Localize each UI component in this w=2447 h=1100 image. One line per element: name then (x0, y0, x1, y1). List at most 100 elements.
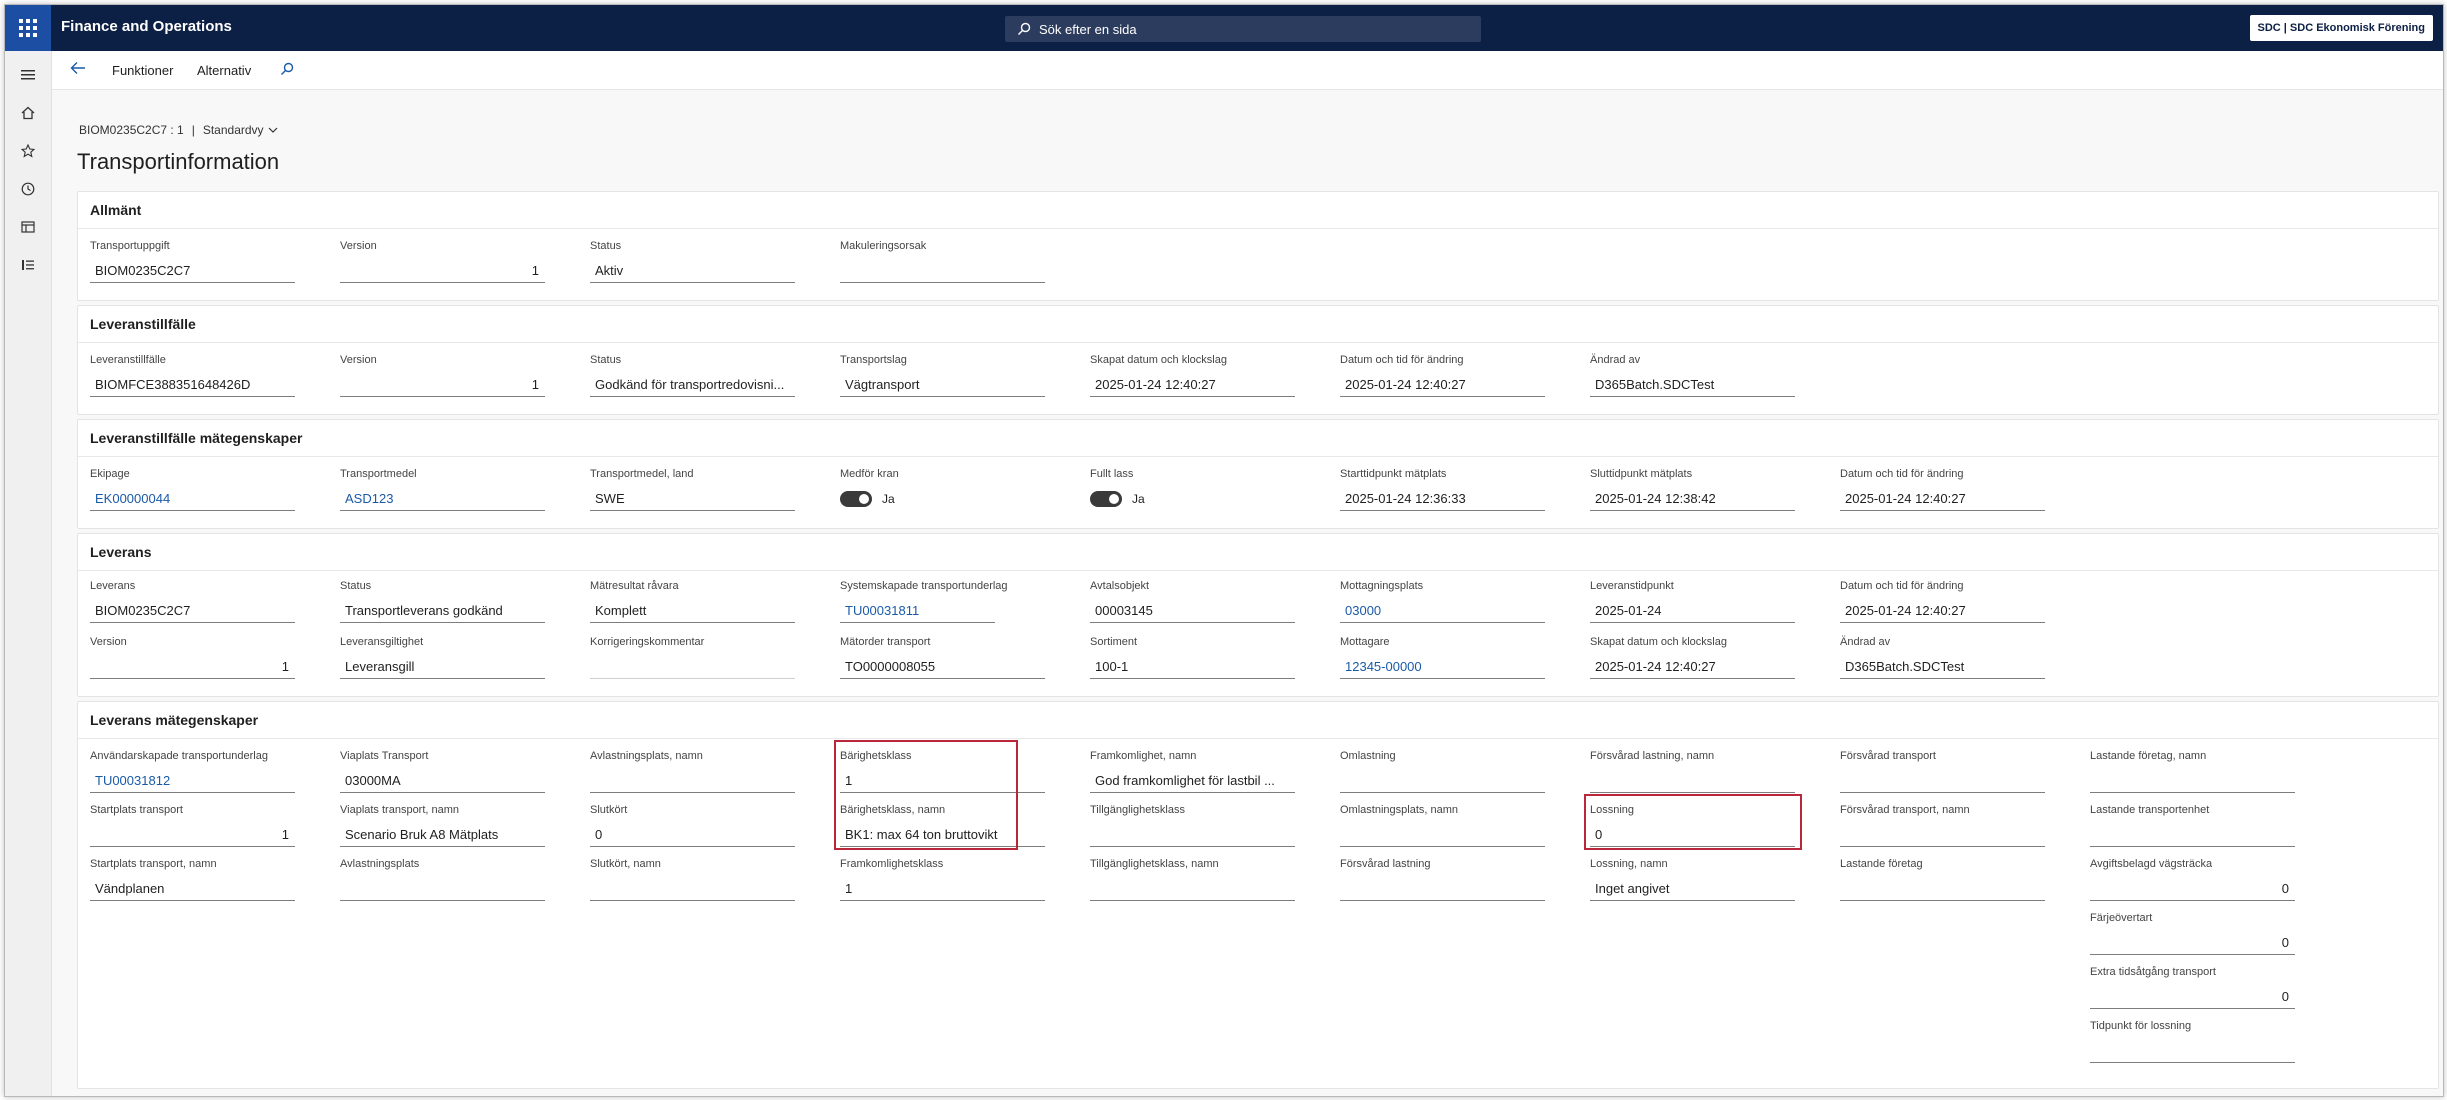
field-value[interactable]: Transportleverans godkänd (340, 600, 545, 623)
functions-menu[interactable]: Funktioner (112, 63, 173, 78)
section-header[interactable]: Leveranstillfälle (90, 316, 196, 332)
field-value[interactable]: 0 (2090, 986, 2295, 1009)
field-value[interactable]: Godkänd för transportredovisni... (590, 374, 795, 397)
field-label: Tillgänglighetsklass (1090, 804, 1185, 816)
field-value[interactable] (1840, 878, 2045, 901)
field-label: Sluttidpunkt mätplats (1590, 468, 1693, 480)
field-value[interactable] (590, 656, 795, 679)
field-value[interactable]: 1 (340, 374, 545, 397)
field-label: Mottagare (1340, 636, 1390, 648)
global-search[interactable] (1005, 16, 1481, 42)
field-value[interactable] (590, 770, 795, 793)
field-value[interactable]: 2025-01-24 12:40:27 (1340, 374, 1545, 397)
fullt-lass-toggle[interactable] (1090, 491, 1122, 507)
section-header[interactable]: Leveranstillfälle mätegenskaper (90, 430, 302, 446)
field-value[interactable]: 2025-01-24 12:40:27 (1590, 656, 1795, 679)
field-value[interactable] (2090, 1040, 2295, 1063)
field-value[interactable] (1340, 878, 1545, 901)
app-launcher-button[interactable] (5, 5, 51, 51)
field-value[interactable]: 2025-01-24 12:36:33 (1340, 488, 1545, 511)
view-name: Standardvy (202, 123, 264, 137)
field-value[interactable] (1590, 770, 1795, 793)
clock-icon[interactable] (20, 181, 36, 197)
field-value[interactable]: Aktiv (590, 260, 795, 283)
field-value-link[interactable]: TU00031811 (840, 600, 995, 623)
field-framkomlighet-namn: Framkomlighet, namn God framkomlighet fö… (1090, 750, 1295, 793)
field-value[interactable]: 00003145 (1090, 600, 1295, 623)
field-avgiftsbelagd-vagstracka: Avgiftsbelagd vägsträcka 0 (2090, 858, 2295, 901)
field-value[interactable]: BIOM0235C2C7 (90, 260, 295, 283)
field-value-link[interactable]: 03000 (1340, 600, 1545, 623)
field-value[interactable] (840, 260, 1045, 283)
field-value[interactable]: God framkomlighet för lastbil ... (1090, 770, 1295, 793)
field-value[interactable]: D365Batch.SDCTest (1840, 656, 2045, 679)
field-value[interactable]: 0 (2090, 878, 2295, 901)
field-value[interactable]: Leveransgill (340, 656, 545, 679)
field-value[interactable] (1840, 770, 2045, 793)
field-label: Mätorder transport (840, 636, 931, 648)
star-icon[interactable] (20, 143, 36, 159)
field-value-link[interactable]: ASD123 (340, 488, 545, 511)
action-search-button[interactable] (280, 62, 294, 81)
field-value[interactable]: 1 (840, 878, 1045, 901)
field-value[interactable]: 0 (2090, 932, 2295, 955)
field-transportuppgift: Transportuppgift BIOM0235C2C7 (90, 240, 295, 283)
field-skapat-datum: Skapat datum och klockslag 2025-01-24 12… (1090, 354, 1295, 397)
section-header[interactable]: Allmänt (90, 202, 141, 218)
field-value[interactable]: 1 (340, 260, 545, 283)
options-menu[interactable]: Alternativ (197, 63, 251, 78)
field-value[interactable]: 0 (590, 824, 795, 847)
medfor-kran-toggle[interactable] (840, 491, 872, 507)
field-avlastningsplats: Avlastningsplats (340, 858, 545, 901)
field-label: Framkomlighet, namn (1090, 750, 1197, 762)
field-tillganglighetsklass-namn: Tillgänglighetsklass, namn (1090, 858, 1295, 901)
field-value[interactable]: SWE (590, 488, 795, 511)
field-value[interactable]: Scenario Bruk A8 Mätplats (340, 824, 545, 847)
field-value[interactable]: 2025-01-24 12:40:27 (1090, 374, 1295, 397)
field-value[interactable] (340, 878, 545, 901)
field-value[interactable] (2090, 770, 2295, 793)
modules-list-icon[interactable] (20, 257, 36, 273)
field-transportslag: Transportslag Vägtransport (840, 354, 1045, 397)
company-selector[interactable]: SDC | SDC Ekonomisk Förening (2249, 15, 2433, 41)
section-header[interactable]: Leverans (90, 544, 151, 560)
app-title: Finance and Operations (61, 18, 232, 35)
field-value[interactable] (1340, 824, 1545, 847)
workspace-icon[interactable] (20, 219, 36, 235)
back-button[interactable] (70, 61, 86, 80)
field-value[interactable]: BIOM0235C2C7 (90, 600, 295, 623)
field-value[interactable]: Inget angivet (1590, 878, 1795, 901)
field-value[interactable]: D365Batch.SDCTest (1590, 374, 1795, 397)
section-header[interactable]: Leverans mätegenskaper (90, 712, 258, 728)
hamburger-icon[interactable] (20, 67, 36, 83)
field-value-link[interactable]: 12345-00000 (1340, 656, 1545, 679)
field-value[interactable]: 2025-01-24 (1590, 600, 1795, 623)
field-value[interactable]: 03000MA (340, 770, 545, 793)
field-value[interactable] (1090, 878, 1295, 901)
field-value[interactable]: BIOMFCE388351648426D (90, 374, 295, 397)
field-value[interactable] (1840, 824, 2045, 847)
field-value[interactable]: Vändplanen (90, 878, 295, 901)
field-value[interactable] (1090, 824, 1295, 847)
field-value[interactable] (590, 878, 795, 901)
field-value[interactable]: 2025-01-24 12:40:27 (1840, 600, 2045, 623)
field-value[interactable]: 100-1 (1090, 656, 1295, 679)
field-value-link[interactable]: TU00031812 (90, 770, 295, 793)
field-value[interactable]: TO0000008055 (840, 656, 1045, 679)
home-icon[interactable] (20, 105, 36, 121)
global-search-input[interactable] (1037, 20, 1461, 38)
field-value[interactable]: 1 (90, 656, 295, 679)
field-value[interactable]: 1 (90, 824, 295, 847)
field-value[interactable] (1340, 770, 1545, 793)
field-value-link[interactable]: EK00000044 (90, 488, 295, 511)
field-mottagningsplats: Mottagningsplats 03000 (1340, 580, 1545, 623)
view-selector[interactable]: Standardvy (203, 123, 278, 137)
field-value[interactable]: 2025-01-24 12:40:27 (1840, 488, 2045, 511)
field-matorder-transport: Mätorder transport TO0000008055 (840, 636, 1045, 679)
field-value[interactable] (2090, 824, 2295, 847)
field-value[interactable]: Komplett (590, 600, 795, 623)
field-value[interactable]: 2025-01-24 12:38:42 (1590, 488, 1795, 511)
field-value[interactable]: Vägtransport (840, 374, 1045, 397)
field-status: Status Aktiv (590, 240, 795, 283)
field-label: Makuleringsorsak (840, 240, 927, 252)
